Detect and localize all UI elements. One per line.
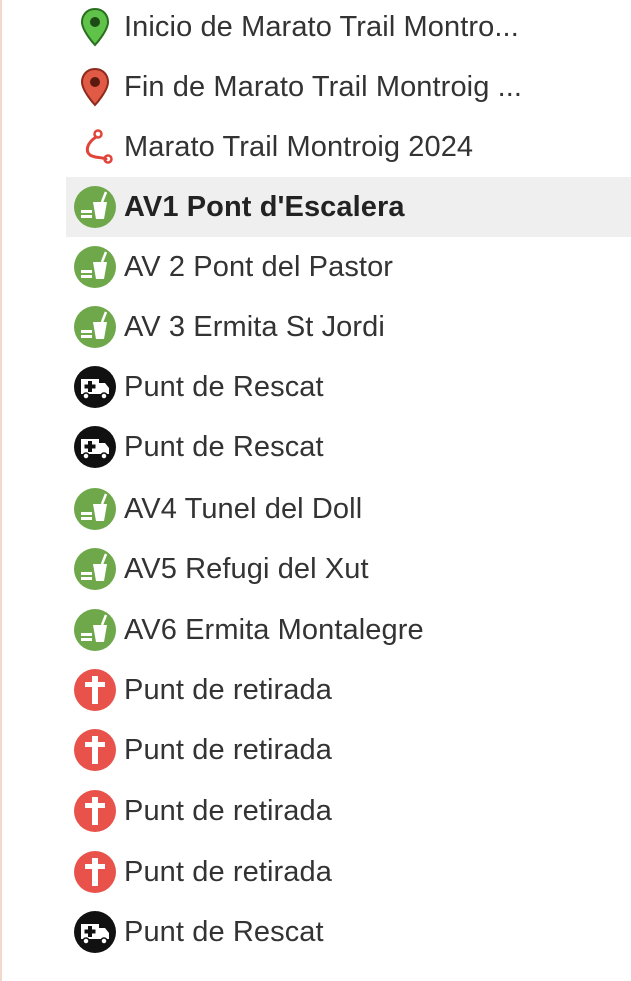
list-item-rescue-point[interactable]: Punt de Rescat — [66, 357, 631, 417]
list-item-rescue-point[interactable]: Punt de Rescat — [66, 902, 631, 962]
list-item-label: Inicio de Marato Trail Montro... — [124, 10, 519, 43]
list-item-label: Punt de retirada — [124, 855, 332, 888]
list-item-label: AV4 Tunel del Doll — [124, 492, 363, 525]
list-item-label: Marato Trail Montroig 2024 — [124, 130, 474, 163]
refreshment-station-icon — [72, 546, 118, 592]
ambulance-icon — [72, 424, 118, 470]
list-item-start-marker[interactable]: Inicio de Marato Trail Montro... — [66, 0, 631, 57]
list-item-withdrawal-point[interactable]: Punt de retirada — [66, 781, 631, 841]
list-item-label: AV6 Ermita Montalegre — [124, 613, 424, 646]
withdrawal-point-icon — [72, 849, 118, 895]
panel-left-border — [0, 0, 2, 981]
red-map-pin-icon — [72, 64, 118, 110]
list-item-route[interactable]: Marato Trail Montroig 2024 — [66, 117, 631, 177]
list-item-rescue-point[interactable]: Punt de Rescat — [66, 417, 631, 477]
list-item-label: AV5 Refugi del Xut — [124, 552, 369, 585]
list-item-label: Fin de Marato Trail Montroig ... — [124, 70, 523, 103]
refreshment-station-icon — [72, 607, 118, 653]
withdrawal-point-icon — [72, 788, 118, 834]
green-map-pin-icon — [72, 4, 118, 50]
list-item-label: AV 3 Ermita St Jordi — [124, 310, 385, 343]
list-item-label: Punt de retirada — [124, 794, 332, 827]
list-item-refreshment-av4[interactable]: AV4 Tunel del Doll — [66, 479, 631, 539]
list-item-refreshment-av5[interactable]: AV5 Refugi del Xut — [66, 539, 631, 599]
ambulance-icon — [72, 364, 118, 410]
list-item-label: Punt de retirada — [124, 673, 332, 706]
route-track-icon — [72, 124, 118, 170]
list-item-label: Punt de retirada — [124, 733, 332, 766]
withdrawal-point-icon — [72, 667, 118, 713]
withdrawal-point-icon — [72, 727, 118, 773]
list-item-withdrawal-point[interactable]: Punt de retirada — [66, 842, 631, 902]
list-item-withdrawal-point[interactable]: Punt de retirada — [66, 660, 631, 720]
refreshment-station-icon — [72, 304, 118, 350]
list-item-withdrawal-point[interactable]: Punt de retirada — [66, 720, 631, 780]
list-item-refreshment-av3[interactable]: AV 3 Ermita St Jordi — [66, 297, 631, 357]
list-item-refreshment-av2[interactable]: AV 2 Pont del Pastor — [66, 237, 631, 297]
track-items-list: Inicio de Marato Trail Montro... Fin de … — [66, 0, 631, 981]
list-item-label: Punt de Rescat — [124, 915, 324, 948]
list-item-label: Punt de Rescat — [124, 370, 324, 403]
ambulance-icon — [72, 909, 118, 955]
list-item-label: AV1 Pont d'Escalera — [124, 190, 405, 223]
refreshment-station-icon — [72, 184, 118, 230]
refreshment-station-icon — [72, 486, 118, 532]
refreshment-station-icon — [72, 244, 118, 290]
list-item-refreshment-av6[interactable]: AV6 Ermita Montalegre — [66, 600, 631, 660]
list-item-end-marker[interactable]: Fin de Marato Trail Montroig ... — [66, 57, 631, 117]
list-item-label: AV 2 Pont del Pastor — [124, 250, 394, 283]
list-item-label: Punt de Rescat — [124, 430, 324, 463]
list-item-refreshment-av1[interactable]: AV1 Pont d'Escalera — [66, 177, 631, 237]
